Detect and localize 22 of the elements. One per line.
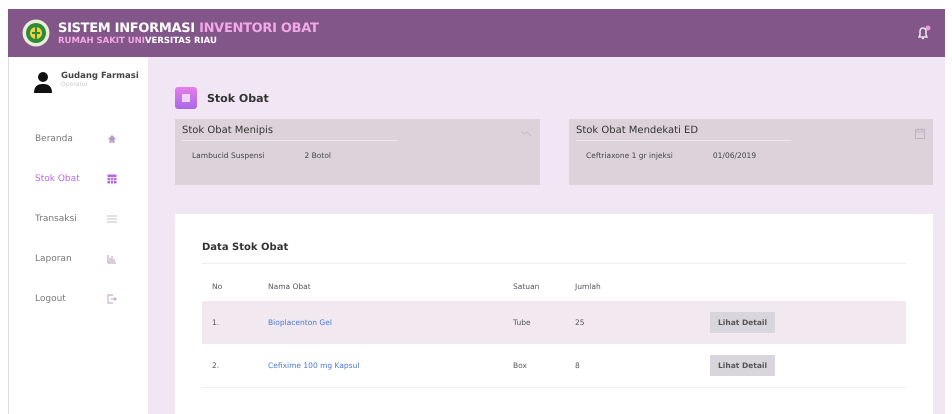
table-title: Data Stok Obat [202,242,906,264]
app-subtitle: RUMAH SAKIT UNIVERSITAS RIAU [58,36,218,46]
logo-icon [22,19,50,47]
card-title: Stok Obat Menipis [182,125,397,141]
list-icon [107,215,117,223]
notification-bell-icon[interactable] [917,25,931,41]
card-title: Stok Obat Mendekati ED [576,125,791,141]
user-name: Gudang Farmasi [61,71,139,81]
home-icon [107,134,117,144]
sidebar-item[interactable]: Beranda [35,119,117,159]
table-icon [107,174,117,184]
calendar-icon [915,128,925,138]
user-avatar-icon [33,71,53,93]
page-icon [175,87,197,109]
logout-icon [107,294,117,304]
sidebar-item[interactable]: Stok Obat [35,159,117,199]
sidebar-item[interactable]: Transaksi [35,199,117,239]
page-title: Stok Obat [207,92,269,104]
bar-chart-icon [107,254,117,264]
app-title: SISTEM INFORMASI INVENTORI OBAT [58,20,320,36]
sidebar-item[interactable]: Laporan [35,239,117,279]
sidebar-item[interactable]: Logout [35,279,117,319]
